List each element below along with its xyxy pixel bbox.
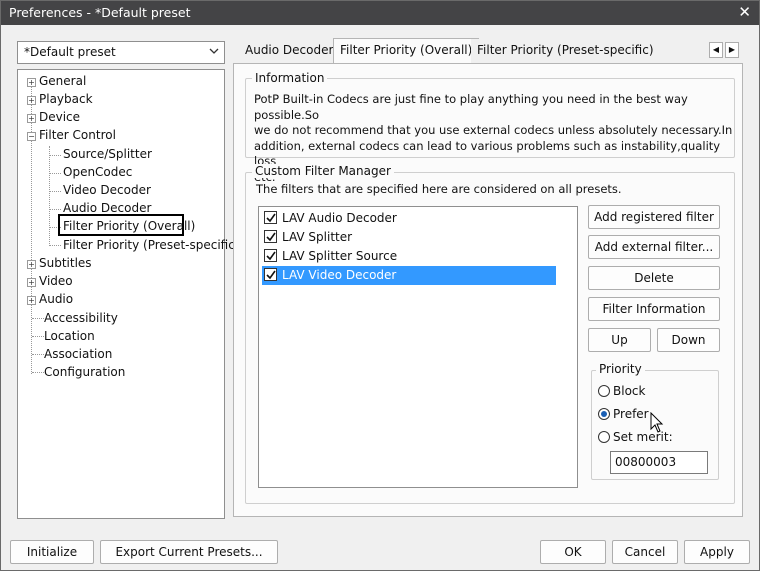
tree-connector-line: [32, 372, 44, 373]
add-external-filter-button[interactable]: Add external filter...: [588, 235, 720, 259]
export-presets-button[interactable]: Export Current Presets...: [100, 540, 278, 564]
tree-item-label: Subtitles: [39, 256, 92, 270]
title-bar: Preferences - *Default preset ✕: [1, 1, 759, 25]
selection-highlight-box: [58, 214, 184, 236]
list-item[interactable]: LAV Splitter Source: [262, 247, 397, 266]
tree-item-subtitles[interactable]: + Subtitles: [27, 254, 92, 272]
merit-value-input[interactable]: 00800003: [610, 451, 708, 474]
tree-item-association[interactable]: Association: [44, 345, 112, 363]
tree-item-accessibility[interactable]: Accessibility: [44, 309, 118, 327]
list-item[interactable]: LAV Audio Decoder: [262, 209, 397, 228]
radio-off-icon[interactable]: [598, 385, 610, 397]
close-icon[interactable]: ✕: [738, 3, 751, 21]
priority-title: Priority: [596, 362, 645, 376]
info-line: PotP Built-in Codecs are just fine to pl…: [254, 92, 688, 122]
settings-tree[interactable]: + General + Playback + Device − Filter Contr…: [17, 69, 240, 519]
expand-icon[interactable]: +: [27, 114, 36, 123]
radio-label: Block: [613, 384, 646, 398]
tree-item-source-splitter[interactable]: Source/Splitter: [63, 145, 152, 163]
tree-item-video-decoder[interactable]: Video Decoder: [63, 181, 151, 199]
tree-item-label: Playback: [39, 92, 93, 106]
tree-item-configuration[interactable]: Configuration: [44, 363, 125, 381]
tab-audio-decoder[interactable]: Audio Decoder: [239, 39, 340, 64]
expand-icon[interactable]: +: [27, 296, 36, 305]
expand-icon[interactable]: +: [27, 278, 36, 287]
filter-priority-panel: Information PotP Built-in Codecs are jus…: [233, 63, 743, 517]
ok-button[interactable]: OK: [540, 540, 606, 564]
window-title: Preferences - *Default preset: [9, 5, 191, 20]
filter-information-button[interactable]: Filter Information: [588, 297, 720, 321]
tree-item-audio[interactable]: + Audio: [27, 290, 73, 308]
tab-scroll-right-icon[interactable]: ▶: [725, 42, 739, 58]
tree-item-location[interactable]: Location: [44, 327, 95, 345]
collapse-icon[interactable]: −: [27, 132, 36, 141]
tree-connector-line: [32, 354, 44, 355]
info-line: we do not recommend that you use externa…: [254, 123, 733, 137]
expand-icon[interactable]: +: [27, 96, 36, 105]
add-registered-filter-button[interactable]: Add registered filter: [588, 205, 720, 229]
filter-label: LAV Audio Decoder: [282, 211, 397, 225]
tree-connector-line: [49, 191, 61, 192]
checkbox-checked-icon[interactable]: [264, 230, 277, 243]
tree-connector-line: [32, 318, 44, 319]
tab-filter-priority-preset[interactable]: Filter Priority (Preset-specific): [471, 39, 660, 64]
filter-list[interactable]: LAV Audio Decoder LAV Splitter LAV Split…: [258, 206, 578, 488]
expand-icon[interactable]: +: [27, 260, 36, 269]
preset-dropdown[interactable]: *Default preset: [17, 41, 225, 64]
tab-scroll-left-icon[interactable]: ◀: [709, 42, 723, 58]
tree-item-label: General: [39, 74, 87, 88]
tree-connector-line: [32, 336, 44, 337]
tree-item-label: Video: [39, 274, 73, 288]
apply-button[interactable]: Apply: [684, 540, 750, 564]
tree-item-label: Audio: [39, 292, 74, 306]
mouse-cursor-icon: [650, 412, 664, 433]
tree-item-filter-control[interactable]: − Filter Control: [27, 126, 116, 144]
radio-off-icon[interactable]: [598, 431, 610, 443]
filter-label: LAV Splitter Source: [282, 249, 398, 263]
tree-connector-line: [49, 173, 61, 174]
preferences-window: Preferences - *Default preset ✕ *Default…: [0, 0, 760, 571]
tree-connector-line: [49, 155, 61, 156]
checkbox-checked-icon[interactable]: [264, 211, 277, 224]
cancel-button[interactable]: Cancel: [612, 540, 678, 564]
preset-dropdown-value: *Default preset: [24, 45, 116, 59]
tree-item-label: Filter Control: [39, 128, 116, 142]
checkbox-checked-icon[interactable]: [264, 249, 277, 262]
tree-item-video[interactable]: + Video: [27, 272, 73, 290]
filter-manager-description: The filters that are specified here are …: [256, 182, 622, 196]
tree-item-opencodec[interactable]: OpenCodec: [63, 163, 132, 181]
filter-label: LAV Splitter: [282, 230, 353, 244]
delete-button[interactable]: Delete: [588, 266, 720, 290]
tree-item-filter-priority-preset[interactable]: Filter Priority (Preset-specific): [63, 236, 240, 254]
custom-filter-manager-title: Custom Filter Manager: [252, 164, 394, 178]
tree-connector-line: [49, 209, 61, 210]
up-button[interactable]: Up: [588, 328, 651, 352]
expand-icon[interactable]: +: [27, 78, 36, 87]
tree-item-playback[interactable]: + Playback: [27, 90, 93, 108]
tree-connector-line: [49, 146, 50, 246]
tree-item-general[interactable]: + General: [27, 72, 86, 90]
initialize-button[interactable]: Initialize: [10, 540, 94, 564]
tree-item-label: Device: [39, 110, 81, 124]
list-item-selected[interactable]: LAV Video Decoder: [262, 266, 556, 285]
chevron-down-icon: [209, 44, 219, 61]
priority-block-option[interactable]: Block: [598, 384, 645, 398]
list-item[interactable]: LAV Splitter: [262, 228, 352, 247]
tree-connector-line: [49, 245, 61, 246]
tab-filter-priority-overall[interactable]: Filter Priority (Overall): [333, 38, 480, 64]
checkbox-checked-icon[interactable]: [264, 268, 277, 281]
radio-on-icon[interactable]: [598, 408, 610, 420]
filter-label: LAV Video Decoder: [282, 268, 397, 282]
tree-item-device[interactable]: + Device: [27, 108, 80, 126]
information-title: Information: [252, 71, 328, 85]
radio-label: Prefer: [613, 407, 649, 421]
priority-prefer-option[interactable]: Prefer: [598, 407, 649, 421]
down-button[interactable]: Down: [657, 328, 720, 352]
